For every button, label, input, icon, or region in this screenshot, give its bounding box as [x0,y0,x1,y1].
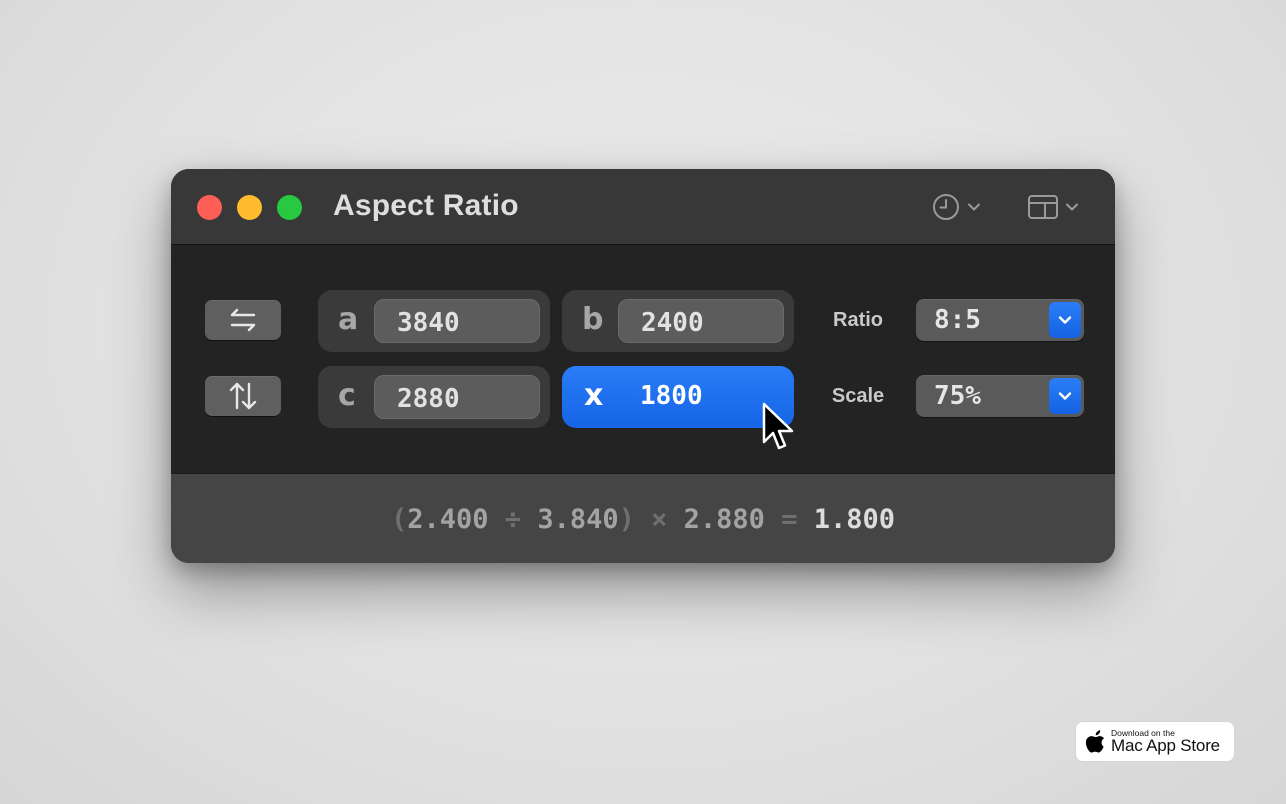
field-b: b 2400 [562,290,794,352]
sidebar-layout-icon [1028,195,1058,219]
chevron-down-icon [1058,392,1072,400]
formula-times: × [651,504,668,535]
mouse-cursor-icon [762,402,794,450]
formula-text: (2.400 ÷ 3.840) × 2.880 = 1.800 [171,504,1115,535]
swap-horizontal-button[interactable] [205,300,281,340]
mac-app-store-badge[interactable]: Download on the Mac App Store [1076,722,1234,761]
scale-label: Scale [831,385,885,407]
formula-bar: (2.400 ÷ 3.840) × 2.880 = 1.800 [171,473,1115,563]
field-c-label: c [338,378,356,413]
app-window: Aspect Ratio a 3840 b 2400 c 2880 x 1800… [171,169,1115,563]
close-window-button[interactable] [197,195,222,220]
ratio-label: Ratio [833,309,883,331]
chevron-down-icon [1066,203,1078,211]
title-bar: Aspect Ratio [171,169,1115,245]
scale-select-arrow[interactable] [1049,378,1081,414]
scale-select-value: 75% [934,381,981,411]
formula-equals: = [781,504,798,535]
formula-a: 3.840 [537,504,619,535]
window-title: Aspect Ratio [333,189,519,222]
ratio-select-arrow[interactable] [1049,302,1081,338]
field-x-value: 1800 [640,381,703,411]
field-c: c 2880 [318,366,550,428]
ratio-select[interactable]: 8:5 [916,299,1084,341]
formula-b: 2.400 [407,504,489,535]
layout-menu-button[interactable] [1027,191,1079,223]
formula-close-paren: ) [618,504,635,535]
apple-logo-icon [1085,730,1105,753]
field-c-input[interactable]: 2880 [374,375,540,419]
zoom-window-button[interactable] [277,195,302,220]
minimize-window-button[interactable] [237,195,262,220]
field-x-label: x [584,378,604,413]
badge-big-text: Mac App Store [1111,736,1220,755]
swap-vertical-button[interactable] [205,376,281,416]
field-x-result[interactable]: x 1800 [562,366,794,428]
field-a: a 3840 [318,290,550,352]
formula-open-paren: ( [390,504,408,535]
ratio-select-value: 8:5 [934,305,981,335]
formula-divide: ÷ [504,504,522,535]
field-b-input[interactable]: 2400 [618,299,784,343]
formula-c: 2.880 [683,504,765,535]
swap-horizontal-icon [230,308,256,332]
chevron-down-icon [968,203,980,211]
field-a-label: a [338,302,359,337]
swap-vertical-icon [229,382,257,410]
field-b-label: b [582,302,604,337]
calculator-panel: a 3840 b 2400 c 2880 x 1800 Ratio 8:5 Sc… [171,245,1115,473]
history-menu-button[interactable] [931,191,981,223]
formula-result: 1.800 [813,504,896,535]
scale-select[interactable]: 75% [916,375,1084,417]
field-a-input[interactable]: 3840 [374,299,540,343]
clock-icon [933,194,959,220]
chevron-down-icon [1058,316,1072,324]
